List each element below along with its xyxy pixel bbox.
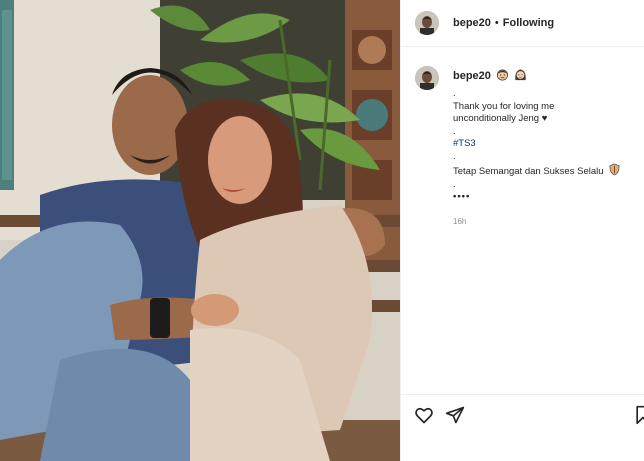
caption-text: . Thank you for loving me unconditionall… <box>453 88 641 228</box>
caption-block: bepe20 . Thank you for loving me uncondi… <box>415 66 641 226</box>
caption-line: •••• <box>453 191 471 202</box>
caption-line: Thank you for loving me <box>453 100 555 112</box>
post-timestamp[interactable]: 16h <box>453 216 641 229</box>
share-icon[interactable] <box>445 405 465 425</box>
post-sidebar: bepe20 • Following bepe20 . Thank you fo… <box>400 0 644 461</box>
heart-icon[interactable] <box>414 405 434 425</box>
caption-line: . <box>453 150 456 162</box>
header-separator: • <box>494 17 499 29</box>
bookmark-icon[interactable] <box>633 405 644 425</box>
caption-username[interactable]: bepe20 <box>453 68 527 82</box>
caption-avatar[interactable] <box>415 66 439 90</box>
avatar-image <box>415 11 439 35</box>
man-face-emoji <box>497 69 508 81</box>
following-button[interactable]: Following <box>503 17 554 29</box>
post-photo[interactable] <box>0 0 400 461</box>
couple-photo-illustration <box>0 0 400 461</box>
shield-emoji <box>609 163 620 176</box>
caption-line: unconditionally Jeng ♥ <box>453 113 548 124</box>
caption-line: . <box>453 178 456 190</box>
woman-face-emoji <box>515 69 526 81</box>
caption-username-text[interactable]: bepe20 <box>453 70 491 82</box>
hashtag-link[interactable]: #TS3 <box>453 138 641 151</box>
caption-line: Tetap Semangat dan Sukses Selalu <box>453 163 641 179</box>
caption-line: . <box>453 125 456 137</box>
avatar[interactable] <box>415 11 439 35</box>
caption-line-text: Tetap Semangat dan Sukses Selalu <box>453 166 604 177</box>
post-header: bepe20 • Following <box>401 0 644 47</box>
action-bar <box>401 394 644 434</box>
avatar-image <box>415 66 439 90</box>
caption-line: . <box>453 88 456 99</box>
post-username[interactable]: bepe20 <box>453 17 491 29</box>
